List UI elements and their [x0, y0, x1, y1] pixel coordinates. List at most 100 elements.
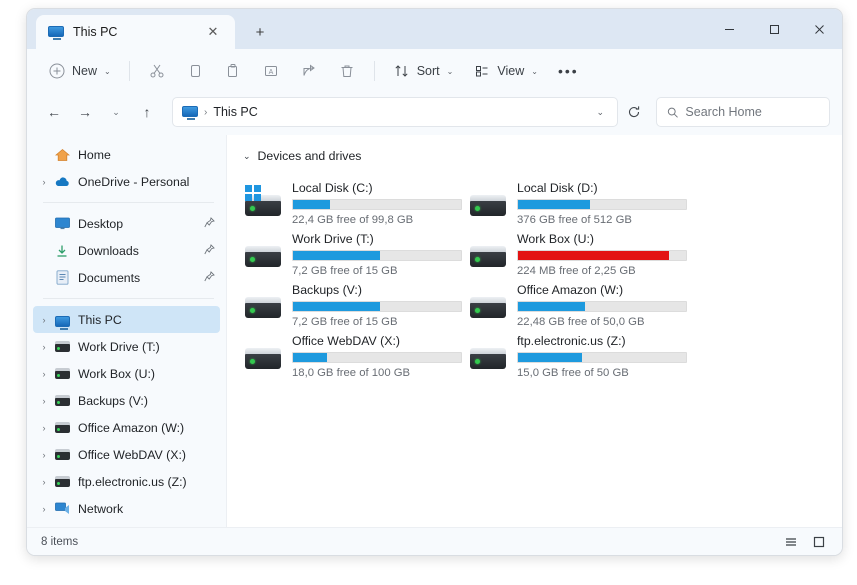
- drive-tile[interactable]: Work Drive (T:) 7,2 GB free of 15 GB: [241, 226, 466, 277]
- drive-icon: [53, 476, 71, 487]
- drive-tile[interactable]: Local Disk (C:) 22,4 GB free of 99,8 GB: [241, 175, 466, 226]
- drive-icon: [53, 368, 71, 379]
- up-button[interactable]: ↑: [132, 98, 162, 126]
- sidebar-item-work-box-u[interactable]: › Work Box (U:): [33, 360, 220, 387]
- chevron-down-icon: ⌄: [531, 66, 538, 76]
- monitor-icon: [53, 314, 71, 330]
- cloud-icon: [53, 176, 71, 188]
- drive-tile[interactable]: Backups (V:) 7,2 GB free of 15 GB: [241, 277, 466, 328]
- pin-icon[interactable]: [198, 216, 220, 231]
- content-pane[interactable]: ⌄ Devices and drives Local Disk (C:) 22,4…: [227, 135, 842, 527]
- devices-and-drives-group-header[interactable]: ⌄ Devices and drives: [241, 145, 832, 167]
- tile-view-icon[interactable]: [806, 531, 832, 553]
- capacity-bar-fill: [293, 302, 381, 311]
- sidebar-item-documents[interactable]: Documents: [33, 264, 220, 291]
- drive-tile[interactable]: ftp.electronic.us (Z:) 15,0 GB free of 50…: [466, 328, 691, 379]
- sort-button[interactable]: Sort ⌄: [384, 56, 463, 86]
- pin-icon[interactable]: [198, 270, 220, 285]
- drive-name: Office WebDAV (X:): [292, 334, 400, 348]
- chevron-right-icon[interactable]: ›: [35, 423, 53, 433]
- sidebar-item-downloads[interactable]: Downloads: [33, 237, 220, 264]
- drive-usage-text: 22,48 GB free of 50,0 GB: [517, 316, 645, 328]
- drive-grid: Local Disk (C:) 22,4 GB free of 99,8 GB Lo…: [241, 175, 832, 379]
- chevron-right-icon[interactable]: ›: [35, 477, 53, 487]
- view-button[interactable]: View ⌄: [464, 56, 547, 86]
- copy-button[interactable]: [177, 56, 213, 86]
- paste-icon: [227, 64, 237, 77]
- sidebar-item-onedrive-personal[interactable]: › OneDrive - Personal: [33, 168, 220, 195]
- rename-icon: A: [264, 66, 277, 76]
- sidebar-item-office-amazon-w[interactable]: › Office Amazon (W:): [33, 414, 220, 441]
- sidebar-item-home[interactable]: Home: [33, 141, 220, 168]
- sidebar-item-label: Work Drive (T:): [78, 339, 160, 354]
- breadcrumb-this-pc[interactable]: This PC: [213, 105, 257, 119]
- drive-name: Local Disk (D:): [517, 181, 598, 195]
- chevron-right-icon[interactable]: ›: [35, 315, 53, 325]
- sidebar-item-network[interactable]: › Network: [33, 495, 220, 522]
- close-tab-icon[interactable]: ✕: [200, 20, 226, 44]
- toolbar-divider: [128, 61, 130, 81]
- sidebar-item-office-webdav-x[interactable]: › Office WebDAV (X:): [33, 441, 220, 468]
- search-box[interactable]: [656, 97, 830, 127]
- cut-button[interactable]: [139, 56, 175, 86]
- share-button[interactable]: [291, 56, 327, 86]
- item-count: 8 items: [41, 535, 79, 548]
- back-button[interactable]: ←: [39, 98, 69, 126]
- drive-icon: [243, 287, 283, 327]
- drive-name: Work Box (U:): [517, 232, 594, 246]
- new-button[interactable]: New ⌄: [39, 56, 120, 86]
- chevron-down-icon[interactable]: ⌄: [589, 107, 611, 118]
- chevron-down-icon: ⌄: [446, 66, 454, 76]
- sidebar-item-backups-v[interactable]: › Backups (V:): [33, 387, 220, 414]
- navigation-pane[interactable]: Home › OneDrive - Personal Desktop Downloads…: [27, 135, 227, 527]
- drive-tile[interactable]: Local Disk (D:) 376 GB free of 512 GB: [466, 175, 691, 226]
- maximize-button[interactable]: [752, 9, 797, 49]
- sidebar-item-label: This PC: [78, 312, 122, 327]
- chevron-right-icon[interactable]: ›: [35, 177, 53, 187]
- recent-locations-button[interactable]: ⌄: [101, 98, 131, 126]
- chevron-right-icon[interactable]: ›: [35, 396, 53, 406]
- sidebar-item-this-pc[interactable]: › This PC: [33, 306, 220, 333]
- monitor-icon: [48, 24, 64, 40]
- drive-icon: [468, 185, 508, 225]
- list-view-icon[interactable]: [778, 531, 804, 553]
- home-icon: [53, 148, 71, 162]
- drive-tile[interactable]: Office WebDAV (X:) 18,0 GB free of 100 GB: [241, 328, 466, 379]
- rename-button[interactable]: A: [253, 56, 289, 86]
- chevron-right-icon[interactable]: ›: [35, 342, 53, 352]
- sidebar-item-work-drive-t[interactable]: › Work Drive (T:): [33, 333, 220, 360]
- forward-button[interactable]: →: [70, 98, 100, 126]
- minimize-button[interactable]: [707, 9, 752, 49]
- desktop-icon: [53, 217, 71, 230]
- drive-info: Office Amazon (W:) 22,48 GB free of 50,0 …: [517, 281, 687, 328]
- close-window-button[interactable]: [797, 9, 842, 49]
- sidebar-item-desktop[interactable]: Desktop: [33, 210, 220, 237]
- tab-this-pc[interactable]: This PC ✕: [36, 15, 235, 49]
- drive-icon: [53, 341, 71, 352]
- sidebar-item-label: Backups (V:): [78, 393, 148, 408]
- scissors-icon: [150, 64, 164, 78]
- more-options-button[interactable]: •••: [549, 63, 588, 79]
- paste-button[interactable]: [215, 56, 251, 86]
- chevron-right-icon[interactable]: ›: [35, 450, 53, 460]
- sort-button-label: Sort: [416, 64, 440, 78]
- search-input[interactable]: [685, 105, 819, 119]
- group-title: Devices and drives: [257, 149, 362, 163]
- breadcrumb[interactable]: › This PC ⌄: [172, 97, 618, 127]
- chevron-right-icon[interactable]: ›: [35, 504, 53, 514]
- sidebar-item-label: Network: [78, 501, 124, 516]
- capacity-bar: [517, 250, 687, 261]
- delete-button[interactable]: [329, 56, 365, 86]
- drive-tile[interactable]: Office Amazon (W:) 22,48 GB free of 50,0 …: [466, 277, 691, 328]
- drive-tile[interactable]: Work Box (U:) 224 MB free of 2,25 GB: [466, 226, 691, 277]
- capacity-bar: [517, 301, 687, 312]
- chevron-down-icon[interactable]: ⌄: [243, 151, 251, 162]
- capacity-bar-fill: [518, 200, 591, 209]
- window-controls: [707, 9, 842, 49]
- chevron-right-icon[interactable]: ›: [35, 369, 53, 379]
- pin-icon[interactable]: [198, 243, 220, 258]
- new-tab-button[interactable]: +: [247, 20, 273, 44]
- refresh-button[interactable]: [619, 98, 649, 126]
- share-icon: [303, 64, 315, 76]
- sidebar-item-ftp-electronic-us-z[interactable]: › ftp.electronic.us (Z:): [33, 468, 220, 495]
